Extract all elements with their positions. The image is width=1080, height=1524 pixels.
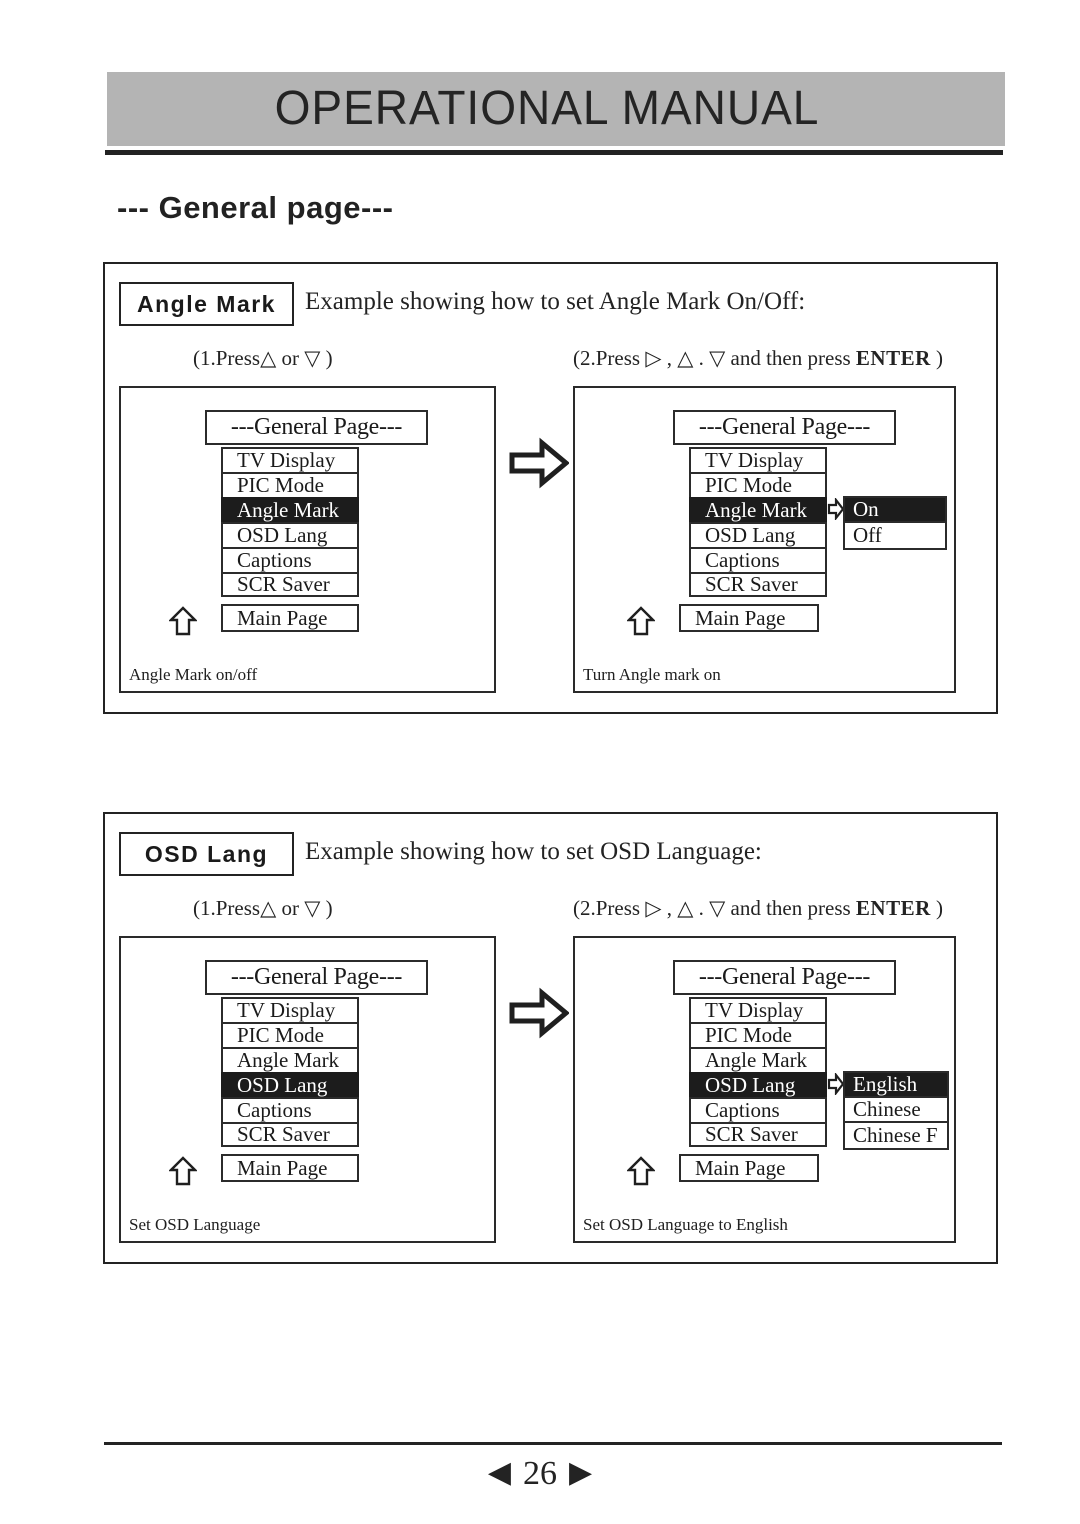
menu-item[interactable]: SCR Saver: [221, 572, 359, 597]
section-badge-osd-lang: OSD Lang: [119, 832, 294, 876]
section-osd-lang: OSD Lang Example showing how to set OSD …: [103, 812, 998, 1264]
step-2-caption-osd-lang: (2.Press ▷ , △ . ▽ and then press ENTER …: [573, 896, 943, 921]
screen-status-text: Set OSD Language: [129, 1215, 261, 1234]
menu-item[interactable]: TV Display: [221, 447, 359, 472]
menu-item[interactable]: Captions: [221, 547, 359, 572]
step-2-text-end: ): [930, 346, 944, 370]
submenu-option-selected[interactable]: On: [845, 498, 945, 523]
menu-item[interactable]: PIC Mode: [221, 1022, 359, 1047]
osd-menu-list[interactable]: TV Display PIC Mode Angle Mark OSD Lang …: [689, 447, 827, 597]
menu-item[interactable]: TV Display: [689, 447, 827, 472]
next-page-icon[interactable]: ▶: [569, 1456, 592, 1489]
submenu-option[interactable]: Chinese: [845, 1098, 947, 1123]
submenu-option-selected[interactable]: English: [845, 1073, 947, 1098]
screen-status-text: Turn Angle mark on: [583, 665, 721, 684]
osd-title: ---General Page---: [673, 960, 896, 995]
flow-arrow-right-icon: [509, 437, 569, 489]
tv-screen-step1-osd-lang: ---General Page--- TV Display PIC Mode A…: [119, 936, 496, 1243]
menu-item-selected[interactable]: Angle Mark: [221, 497, 359, 522]
menu-item[interactable]: OSD Lang: [221, 522, 359, 547]
tv-screen-step2-osd-lang: ---General Page--- TV Display PIC Mode A…: [573, 936, 956, 1243]
section-angle-mark: Angle Mark Example showing how to set An…: [103, 262, 998, 714]
osd-menu-list[interactable]: TV Display PIC Mode Angle Mark OSD Lang …: [221, 447, 359, 597]
menu-item-selected[interactable]: Angle Mark: [689, 497, 827, 522]
up-arrow-icon: [627, 1156, 655, 1186]
submenu-angle-mark-options[interactable]: On Off: [843, 496, 947, 550]
page-number: 26: [523, 1455, 557, 1492]
tv-screen-step2-angle-mark: ---General Page--- TV Display PIC Mode A…: [573, 386, 956, 693]
section-description-angle-mark: Example showing how to set Angle Mark On…: [305, 288, 806, 315]
menu-item[interactable]: Captions: [221, 1097, 359, 1122]
prev-page-icon[interactable]: ◀: [488, 1456, 511, 1489]
section-description-osd-lang: Example showing how to set OSD Language:: [305, 838, 762, 865]
up-arrow-icon: [627, 606, 655, 636]
page-heading: --- General page---: [117, 190, 394, 225]
menu-item[interactable]: PIC Mode: [689, 472, 827, 497]
submenu-option[interactable]: Chinese F: [845, 1123, 947, 1148]
step-2-text: (2.Press ▷ , △ . ▽ and then press: [573, 896, 856, 920]
header-divider: [105, 150, 1003, 155]
menu-item[interactable]: TV Display: [689, 997, 827, 1022]
main-page-button[interactable]: Main Page: [221, 604, 359, 632]
menu-item[interactable]: TV Display: [221, 997, 359, 1022]
osd-menu-list[interactable]: TV Display PIC Mode Angle Mark OSD Lang …: [221, 997, 359, 1147]
enter-key-label: ENTER: [855, 896, 931, 920]
page-navigation: ◀ 26 ▶: [0, 1455, 1080, 1493]
menu-item[interactable]: SCR Saver: [689, 1122, 827, 1147]
menu-item-selected[interactable]: OSD Lang: [689, 1072, 827, 1097]
up-arrow-icon: [169, 1156, 197, 1186]
menu-item[interactable]: PIC Mode: [221, 472, 359, 497]
osd-title: ---General Page---: [205, 960, 428, 995]
main-page-button[interactable]: Main Page: [679, 604, 819, 632]
osd-menu-list[interactable]: TV Display PIC Mode Angle Mark OSD Lang …: [689, 997, 827, 1147]
screen-status-text: Angle Mark on/off: [129, 665, 258, 684]
menu-item[interactable]: Angle Mark: [689, 1047, 827, 1072]
step-2-caption-angle-mark: (2.Press ▷ , △ . ▽ and then press ENTER …: [573, 346, 943, 371]
step-1-caption-osd-lang: (1.Press△ or ▽ ): [193, 896, 333, 920]
osd-title: ---General Page---: [673, 410, 896, 445]
menu-item-selected[interactable]: OSD Lang: [221, 1072, 359, 1097]
main-page-button[interactable]: Main Page: [679, 1154, 819, 1182]
enter-key-label: ENTER: [855, 346, 931, 370]
menu-item[interactable]: Angle Mark: [221, 1047, 359, 1072]
tv-screen-step1-angle-mark: ---General Page--- TV Display PIC Mode A…: [119, 386, 496, 693]
manual-title: OPERATIONAL MANUAL: [274, 82, 820, 135]
step-2-text-end: ): [930, 896, 944, 920]
submenu-osd-language-options[interactable]: English Chinese Chinese F: [843, 1071, 949, 1150]
menu-item[interactable]: Captions: [689, 547, 827, 572]
section-badge-angle-mark: Angle Mark: [119, 282, 294, 326]
footer-divider: [104, 1442, 1002, 1445]
flow-arrow-right-icon: [509, 987, 569, 1039]
menu-item[interactable]: SCR Saver: [689, 572, 827, 597]
menu-item[interactable]: OSD Lang: [689, 522, 827, 547]
main-page-button[interactable]: Main Page: [221, 1154, 359, 1182]
submenu-option[interactable]: Off: [845, 523, 945, 548]
step-1-caption-angle-mark: (1.Press△ or ▽ ): [193, 346, 333, 370]
up-arrow-icon: [169, 606, 197, 636]
osd-title: ---General Page---: [205, 410, 428, 445]
menu-item[interactable]: Captions: [689, 1097, 827, 1122]
screen-status-text: Set OSD Language to English: [583, 1215, 788, 1234]
menu-item[interactable]: SCR Saver: [221, 1122, 359, 1147]
menu-item[interactable]: PIC Mode: [689, 1022, 827, 1047]
step-2-text: (2.Press ▷ , △ . ▽ and then press: [573, 346, 856, 370]
